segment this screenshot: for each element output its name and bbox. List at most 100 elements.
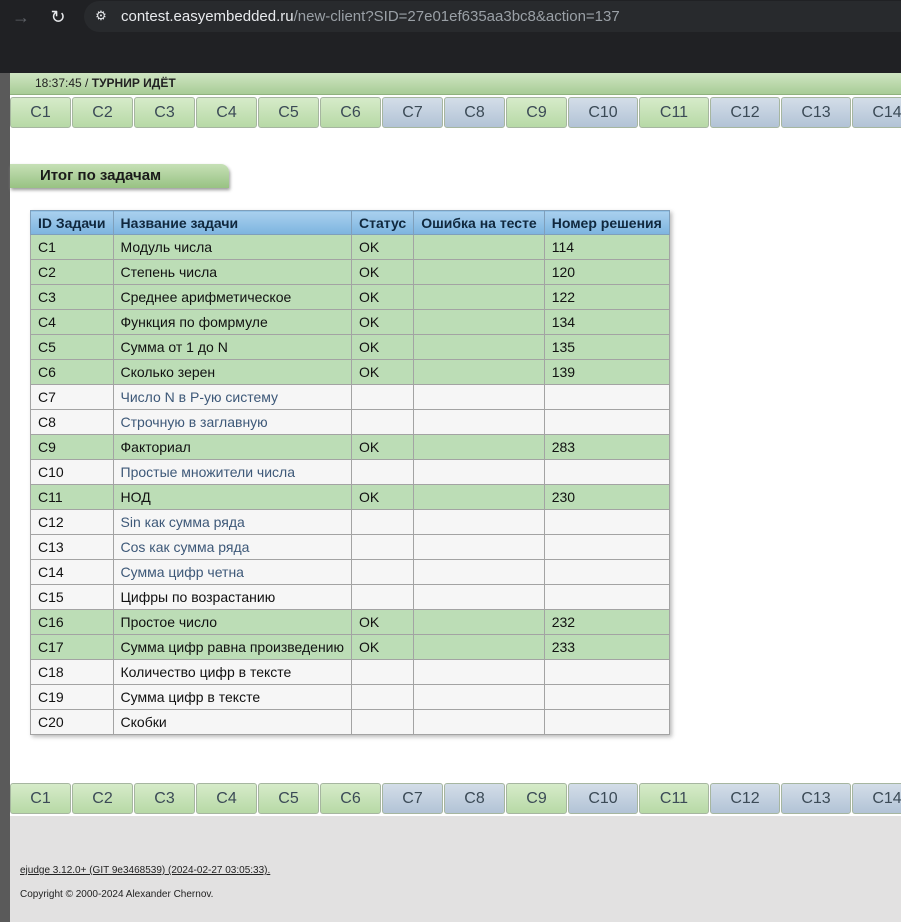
bottom-tab-c5[interactable]: C5 xyxy=(258,783,319,814)
left-border xyxy=(0,73,10,922)
problem-name-cell: Сколько зерен xyxy=(112,359,353,385)
problem-name-cell[interactable]: Строчную в заглавную xyxy=(112,409,353,435)
status-cell: OK xyxy=(351,634,415,660)
top-tab-c11[interactable]: C11 xyxy=(639,97,709,128)
top-tab-c10[interactable]: C10 xyxy=(568,97,638,128)
top-tab-c5[interactable]: C5 xyxy=(258,97,319,128)
section-title: Итог по задачам xyxy=(40,167,162,184)
top-tab-c12[interactable]: C12 xyxy=(710,97,780,128)
bottom-tab-c3[interactable]: C3 xyxy=(134,783,195,814)
problem-name-cell[interactable]: Sin как сумма ряда xyxy=(112,509,353,535)
table-header-row: ID Задачи Название задачи Статус Ошибка … xyxy=(30,210,670,235)
run-id-cell[interactable]: 233 xyxy=(543,634,670,660)
top-tab-c14[interactable]: C14 xyxy=(852,97,901,128)
bottom-tab-c10[interactable]: C10 xyxy=(568,783,638,814)
failed-test-cell xyxy=(413,659,545,685)
table-row: C5 Сумма от 1 до N OK 135 xyxy=(30,334,670,360)
top-tab-c3[interactable]: C3 xyxy=(134,97,195,128)
problem-id-cell: C3 xyxy=(30,284,114,310)
run-id-cell[interactable]: 139 xyxy=(543,359,670,385)
problem-tabs-bottom: C1 C2 C3 C4 C5 C6 C7 C8 C9 C10 C11 C12 C13 C14 xyxy=(10,783,901,816)
top-tab-c7[interactable]: C7 xyxy=(382,97,443,128)
problem-name-cell: Скобки xyxy=(112,709,353,735)
problem-name-cell: Среднее арифметическое xyxy=(112,284,353,310)
status-cell xyxy=(351,659,415,685)
top-tab-c2[interactable]: C2 xyxy=(72,97,133,128)
failed-test-cell xyxy=(413,509,545,535)
problem-id-cell: C2 xyxy=(30,259,114,285)
status-cell xyxy=(351,709,415,735)
problem-name-cell: Простое число xyxy=(112,609,353,635)
run-id-cell xyxy=(543,584,670,610)
status-cell: OK xyxy=(351,309,415,335)
failed-test-cell xyxy=(413,334,545,360)
top-tab-c13[interactable]: C13 xyxy=(781,97,851,128)
bottom-tab-c8[interactable]: C8 xyxy=(444,783,505,814)
top-tab-c8[interactable]: C8 xyxy=(444,97,505,128)
problem-id-cell: C15 xyxy=(30,584,114,610)
problem-id-cell: C6 xyxy=(30,359,114,385)
bottom-tab-c9[interactable]: C9 xyxy=(506,783,567,814)
problem-id-cell: C1 xyxy=(30,234,114,260)
failed-test-cell xyxy=(413,634,545,660)
bottom-tab-c14[interactable]: C14 xyxy=(852,783,901,814)
status-cell xyxy=(351,584,415,610)
problem-name-cell: Сумма от 1 до N xyxy=(112,334,353,360)
back-arrow-icon[interactable]: → xyxy=(9,5,33,29)
header-problem-id: ID Задачи xyxy=(30,210,114,235)
problem-name-cell[interactable]: Число N в P-ую систему xyxy=(112,384,353,410)
run-id-cell[interactable]: 122 xyxy=(543,284,670,310)
top-tab-c1[interactable]: C1 xyxy=(10,97,71,128)
top-tab-c9[interactable]: C9 xyxy=(506,97,567,128)
failed-test-cell xyxy=(413,259,545,285)
table-row: C3 Среднее арифметическое OK 122 xyxy=(30,284,670,310)
url-text[interactable]: contest.easyembedded.ru/new-client?SID=2… xyxy=(121,8,620,26)
run-id-cell[interactable]: 134 xyxy=(543,309,670,335)
failed-test-cell xyxy=(413,484,545,510)
run-id-cell[interactable]: 283 xyxy=(543,434,670,460)
bottom-tab-c13[interactable]: C13 xyxy=(781,783,851,814)
status-cell xyxy=(351,409,415,435)
top-tab-c4[interactable]: C4 xyxy=(196,97,257,128)
status-cell xyxy=(351,559,415,585)
bottom-tab-c4[interactable]: C4 xyxy=(196,783,257,814)
table-row: C18 Количество цифр в тексте xyxy=(30,659,670,685)
problem-name-cell[interactable]: Сумма цифр четна xyxy=(112,559,353,585)
reload-icon[interactable]: ↻ xyxy=(46,5,70,29)
problem-name-cell[interactable]: Факториал xyxy=(112,434,353,460)
bottom-tab-c7[interactable]: C7 xyxy=(382,783,443,814)
bottom-tab-c6[interactable]: C6 xyxy=(320,783,381,814)
page-content: 18:37:45 / ТУРНИР ИДЁТ C1 C2 C3 C4 C5 C6 C7 C8 C… xyxy=(0,73,901,922)
problem-id-cell: C13 xyxy=(30,534,114,560)
site-settings-icon[interactable]: ⚙ xyxy=(92,7,110,25)
failed-test-cell xyxy=(413,684,545,710)
problem-name-cell: Модуль числа xyxy=(112,234,353,260)
table-row: C14 Сумма цифр четна xyxy=(30,559,670,585)
failed-test-cell xyxy=(413,384,545,410)
run-id-cell[interactable]: 114 xyxy=(543,234,670,260)
problem-name-cell[interactable]: Простые множители числа xyxy=(112,459,353,485)
run-id-cell xyxy=(543,384,670,410)
ejudge-version-link[interactable]: ejudge 3.12.0+ (GIT 9e3468539) (2024-02-… xyxy=(20,865,270,876)
bottom-tab-c12[interactable]: C12 xyxy=(710,783,780,814)
failed-test-cell xyxy=(413,434,545,460)
problem-name-cell: НОД xyxy=(112,484,353,510)
problem-name-cell[interactable]: Cos как сумма ряда xyxy=(112,534,353,560)
table-row: C2 Степень числа OK 120 xyxy=(30,259,670,285)
table-row: C16 Простое число OK 232 xyxy=(30,609,670,635)
top-tab-c6[interactable]: C6 xyxy=(320,97,381,128)
run-id-cell[interactable]: 230 xyxy=(543,484,670,510)
bottom-tab-c2[interactable]: C2 xyxy=(72,783,133,814)
table-row: C4 Функция по фомрмуле OK 134 xyxy=(30,309,670,335)
bottom-tab-c1[interactable]: C1 xyxy=(10,783,71,814)
problem-name-cell: Количество цифр в тексте xyxy=(112,659,353,685)
run-id-cell xyxy=(543,684,670,710)
run-id-cell[interactable]: 232 xyxy=(543,609,670,635)
bottom-tab-c11[interactable]: C11 xyxy=(639,783,709,814)
address-bar[interactable]: ⚙ contest.easyembedded.ru/new-client?SID… xyxy=(84,1,901,32)
run-id-cell[interactable]: 120 xyxy=(543,259,670,285)
status-cell xyxy=(351,384,415,410)
status-separator: / xyxy=(81,76,92,90)
status-cell: OK xyxy=(351,234,415,260)
run-id-cell[interactable]: 135 xyxy=(543,334,670,360)
